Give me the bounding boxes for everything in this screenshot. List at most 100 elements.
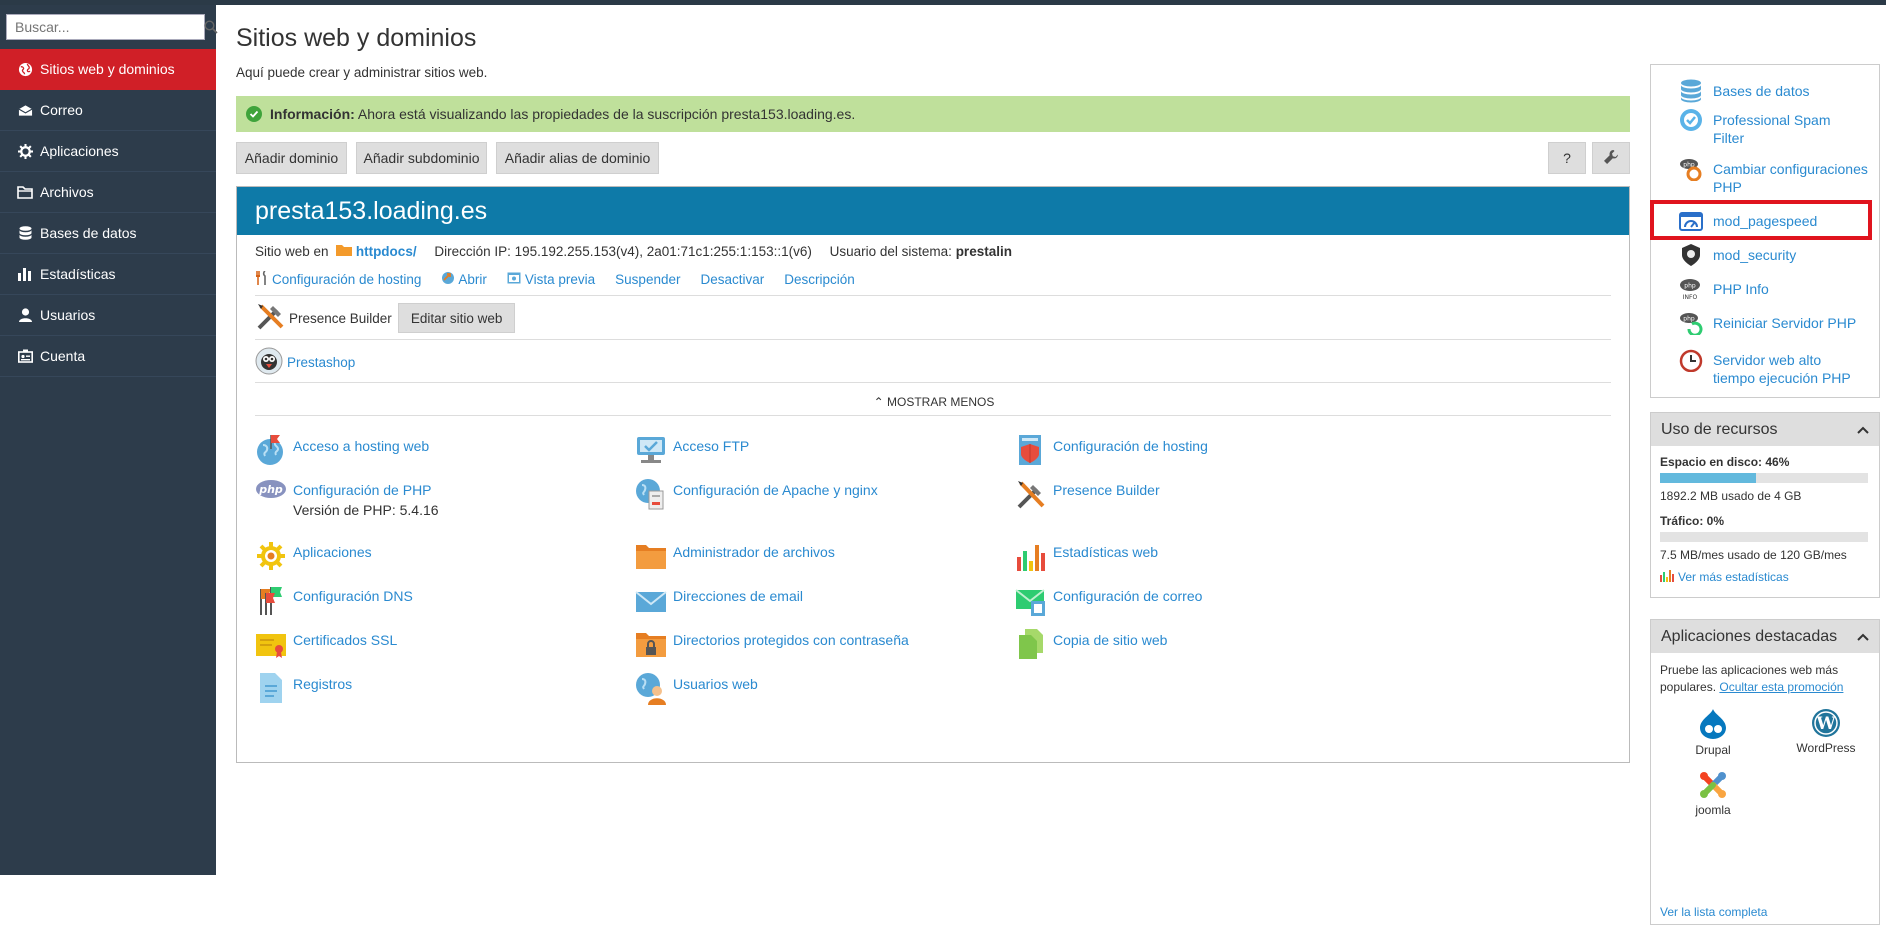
- search-input[interactable]: [7, 16, 204, 38]
- show-less-toggle[interactable]: ⌃ MOSTRAR MENOS: [237, 395, 1631, 409]
- right-tool-php-restart[interactable]: php Reiniciar Servidor PHP: [1679, 311, 1856, 337]
- tool-php-settings[interactable]: php Configuración de PHP Versión de PHP: …: [255, 477, 439, 520]
- app-label: Drupal: [1695, 743, 1731, 757]
- sidebar-item-websites[interactable]: Sitios web y dominios: [0, 49, 216, 90]
- tool-logs[interactable]: Registros: [255, 671, 352, 705]
- tool-label[interactable]: Directorios protegidos con contraseña: [673, 627, 909, 650]
- hide-promo-link[interactable]: Ocultar esta promoción: [1719, 680, 1843, 694]
- dns-flags-icon: [255, 583, 287, 617]
- add-subdomain-button[interactable]: Añadir subdominio: [356, 142, 487, 174]
- full-list-link[interactable]: Ver la lista completa: [1660, 905, 1767, 919]
- action-open[interactable]: Abrir: [441, 271, 487, 288]
- chevron-up-icon[interactable]: [1857, 628, 1869, 646]
- prestashop-link[interactable]: Prestashop: [287, 355, 355, 370]
- action-preview[interactable]: Vista previa: [507, 271, 595, 288]
- tool-label[interactable]: Acceso a hosting web: [293, 433, 429, 456]
- drupal-icon: [1698, 709, 1728, 743]
- disk-usage-detail: 1892.2 MB usado de 4 GB: [1660, 489, 1802, 503]
- add-domain-button[interactable]: Añadir dominio: [236, 142, 347, 174]
- action-hosting-settings[interactable]: Configuración de hosting: [255, 270, 421, 288]
- edit-site-button[interactable]: Editar sitio web: [397, 303, 516, 333]
- right-tool-spam-filter[interactable]: Professional Spam Filter: [1679, 108, 1859, 147]
- tool-presence-builder[interactable]: Presence Builder: [1015, 477, 1160, 511]
- tool-label[interactable]: Acceso FTP: [673, 433, 749, 456]
- tool-label[interactable]: Configuración de Apache y nginx: [673, 477, 878, 500]
- tool-label[interactable]: Direcciones de email: [673, 583, 803, 606]
- tool-web-hosting-access[interactable]: Acceso a hosting web: [255, 433, 429, 467]
- app-joomla[interactable]: joomla: [1691, 770, 1735, 817]
- action-suspend[interactable]: Suspender: [615, 271, 680, 288]
- tool-website-copy[interactable]: Copia de sitio web: [1015, 627, 1167, 661]
- sidebar-item-mail[interactable]: Correo: [0, 90, 216, 131]
- tool-mail-settings[interactable]: Configuración de correo: [1015, 583, 1202, 617]
- right-tool-mod-security[interactable]: mod_security: [1679, 243, 1796, 267]
- sidebar-item-users[interactable]: Usuarios: [0, 295, 216, 336]
- right-tool-databases[interactable]: Bases de datos: [1679, 79, 1810, 103]
- right-tool-php-info[interactable]: php INFO PHP Info: [1679, 277, 1769, 301]
- tool-password-protected-dirs[interactable]: Directorios protegidos con contraseña: [635, 627, 909, 661]
- sidebar-item-applications[interactable]: Aplicaciones: [0, 131, 216, 172]
- sidebar-item-account[interactable]: Cuenta: [0, 336, 216, 377]
- tool-label[interactable]: Reiniciar Servidor PHP: [1713, 311, 1856, 332]
- sidebar-item-files[interactable]: Archivos: [0, 172, 216, 213]
- tool-label[interactable]: Aplicaciones: [293, 539, 372, 562]
- featured-apps-box: Aplicaciones destacadas Pruebe las aplic…: [1650, 619, 1880, 925]
- globe-flag-icon: [255, 433, 287, 467]
- docroot-link[interactable]: httpdocs/: [356, 244, 417, 259]
- chevron-up-icon[interactable]: [1857, 421, 1869, 439]
- tool-label[interactable]: Professional Spam Filter: [1713, 108, 1859, 147]
- tool-label[interactable]: Copia de sitio web: [1053, 627, 1167, 650]
- sidebar-item-databases[interactable]: Bases de datos: [0, 213, 216, 254]
- search-box[interactable]: [6, 14, 218, 40]
- tool-label[interactable]: Configuración de hosting: [1053, 433, 1208, 456]
- app-wordpress[interactable]: W WordPress: [1791, 708, 1861, 755]
- right-tool-high-exec-time[interactable]: Servidor web alto tiempo ejecución PHP: [1679, 348, 1859, 387]
- tool-file-manager[interactable]: Administrador de archivos: [635, 539, 835, 573]
- tools-button[interactable]: [1592, 142, 1630, 174]
- tool-label[interactable]: Administrador de archivos: [673, 539, 835, 562]
- sidebar-item-statistics[interactable]: Estadísticas: [0, 254, 216, 295]
- action-label[interactable]: Abrir: [458, 272, 487, 287]
- tool-label[interactable]: Usuarios web: [673, 671, 758, 694]
- right-tool-php-settings[interactable]: php Cambiar configuraciones PHP: [1679, 157, 1874, 196]
- action-label[interactable]: Configuración de hosting: [272, 272, 421, 287]
- tool-label[interactable]: Servidor web alto tiempo ejecución PHP: [1713, 348, 1859, 387]
- tool-label[interactable]: Bases de datos: [1713, 79, 1810, 100]
- tool-label[interactable]: Registros: [293, 671, 352, 694]
- app-drupal[interactable]: Drupal: [1691, 708, 1735, 757]
- tool-label[interactable]: Configuración de PHP: [293, 482, 432, 498]
- search-icon[interactable]: [204, 20, 218, 34]
- tool-web-users[interactable]: Usuarios web: [635, 671, 758, 705]
- action-label[interactable]: Vista previa: [525, 272, 595, 287]
- help-button[interactable]: ?: [1548, 142, 1586, 174]
- system-user-value: prestalin: [955, 244, 1012, 259]
- featured-apps-header[interactable]: Aplicaciones destacadas: [1651, 620, 1879, 653]
- tool-label[interactable]: mod_security: [1713, 243, 1796, 264]
- info-message: Información: Ahora está visualizando las…: [236, 96, 1630, 132]
- action-description[interactable]: Descripción: [784, 271, 855, 288]
- tool-label[interactable]: Estadísticas web: [1053, 539, 1158, 562]
- prestashop-row[interactable]: Prestashop: [255, 347, 355, 378]
- tool-label[interactable]: PHP Info: [1713, 277, 1769, 298]
- tool-label[interactable]: Configuración de correo: [1053, 583, 1202, 606]
- info-label: Información:: [270, 106, 355, 122]
- hosting-settings-icon: [1015, 433, 1047, 467]
- tool-label[interactable]: Certificados SSL: [293, 627, 397, 650]
- tool-apache-nginx-settings[interactable]: Configuración de Apache y nginx: [635, 477, 878, 511]
- tool-dns-settings[interactable]: Configuración DNS: [255, 583, 413, 617]
- tool-web-statistics[interactable]: Estadísticas web: [1015, 539, 1158, 573]
- tool-label[interactable]: Cambiar configuraciones PHP: [1713, 157, 1874, 196]
- tool-applications[interactable]: Aplicaciones: [255, 539, 372, 573]
- tool-email-addresses[interactable]: Direcciones de email: [635, 583, 803, 617]
- tool-label[interactable]: Presence Builder: [1053, 477, 1160, 500]
- tool-label[interactable]: Configuración DNS: [293, 583, 413, 606]
- action-disable[interactable]: Desactivar: [700, 271, 764, 288]
- resource-usage-header[interactable]: Uso de recursos: [1651, 413, 1879, 446]
- add-domain-alias-button[interactable]: Añadir alias de dominio: [496, 142, 659, 174]
- tool-ftp-access[interactable]: Acceso FTP: [635, 433, 749, 467]
- tool-ssl-certificates[interactable]: Certificados SSL: [255, 627, 397, 661]
- tool-hosting-settings[interactable]: Configuración de hosting: [1015, 433, 1208, 467]
- more-stats-link[interactable]: Ver más estadísticas: [1660, 569, 1870, 585]
- more-stats-label[interactable]: Ver más estadísticas: [1678, 570, 1789, 584]
- toolbar: Añadir dominio Añadir subdominio Añadir …: [236, 142, 1630, 174]
